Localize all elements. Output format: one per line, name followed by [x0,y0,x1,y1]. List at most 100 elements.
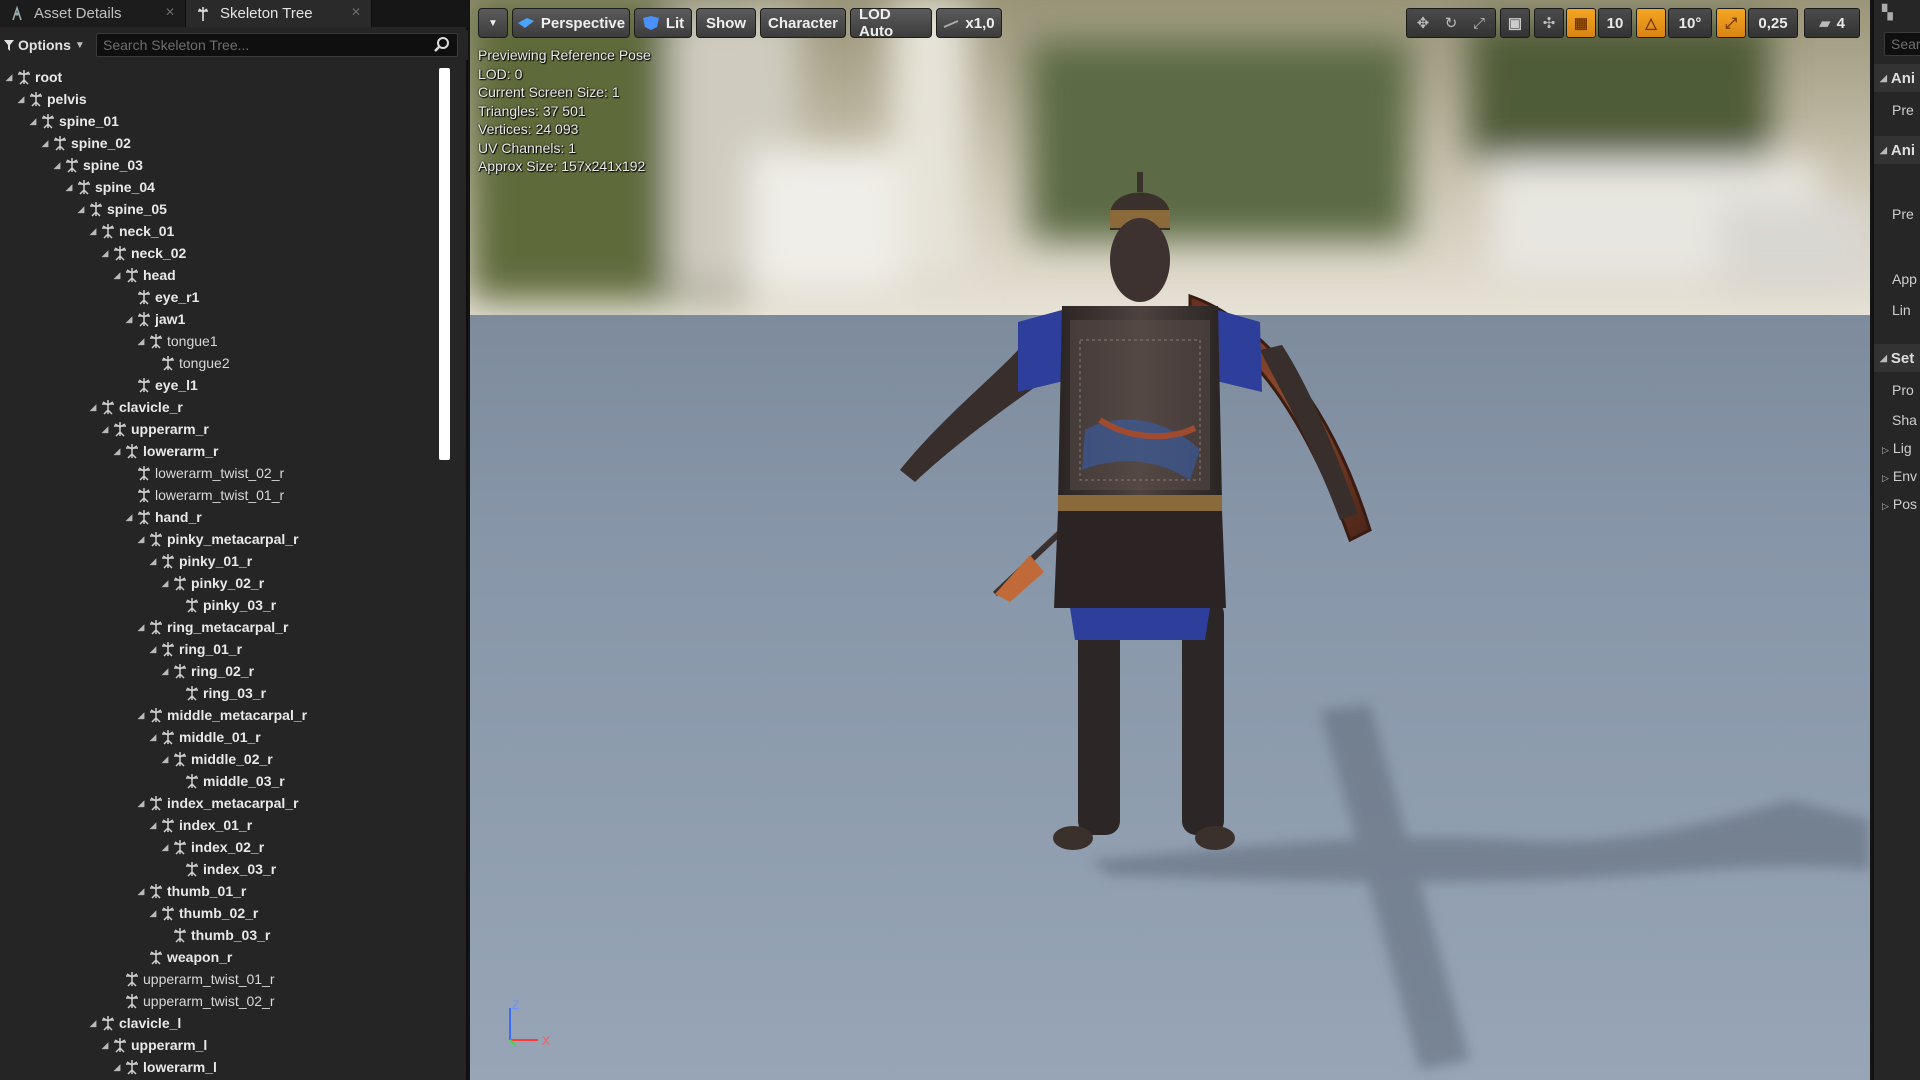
rotate-icon[interactable]: ↻ [1437,14,1465,32]
expanded-arrow-icon[interactable]: ◢ [16,94,26,105]
tree-row[interactable]: ◢ head [0,264,440,286]
tree-row[interactable]: ◢ index_02_r [0,836,440,858]
expanded-arrow-icon[interactable]: ◢ [52,160,62,171]
perspective-button[interactable]: Perspective [512,8,630,38]
expanded-arrow-icon[interactable]: ◢ [28,116,38,127]
tree-row[interactable]: ◢ root [0,66,440,88]
expanded-arrow-icon[interactable]: ◢ [160,842,170,853]
expanded-arrow-icon[interactable]: ◢ [76,204,86,215]
expanded-arrow-icon[interactable]: ◢ [160,666,170,677]
subsection-header[interactable]: ▷ Lig [1882,440,1912,456]
world-local-toggle[interactable]: ▣ [1500,8,1530,38]
scale-icon[interactable]: ⤢ [1465,15,1493,32]
tree-row[interactable]: ◢ middle_02_r [0,748,440,770]
tree-row[interactable]: ◢ ring_metacarpal_r [0,616,440,638]
expanded-arrow-icon[interactable]: ◢ [100,424,110,435]
lod-button[interactable]: LOD Auto [850,6,932,40]
tree-row[interactable]: ◢ neck_02 [0,242,440,264]
subsection-header[interactable]: ▷ Env [1882,468,1917,484]
tree-row[interactable]: ◢ lowerarm_r [0,440,440,462]
show-button[interactable]: Show [696,8,756,38]
tree-row[interactable]: tongue2 [0,352,440,374]
tree-row[interactable]: ◢ middle_metacarpal_r [0,704,440,726]
tree-row[interactable]: ◢ thumb_01_r [0,880,440,902]
scale-snap-toggle[interactable]: ⤢ [1716,8,1746,38]
rotation-snap-toggle[interactable]: △ [1636,8,1666,38]
tree-row[interactable]: ◢ spine_01 [0,110,440,132]
section-header[interactable]: ◢ Ani [1874,64,1920,92]
details-search-input[interactable]: Sear [1884,32,1920,56]
expanded-arrow-icon[interactable]: ◢ [88,402,98,413]
tab-asset-details[interactable]: Asset Details ✕ [0,0,186,27]
expanded-arrow-icon[interactable]: ◢ [136,336,146,347]
expanded-arrow-icon[interactable]: ◢ [148,556,158,567]
expanded-arrow-icon[interactable]: ◢ [160,578,170,589]
expanded-arrow-icon[interactable]: ◢ [40,138,50,149]
tree-row[interactable]: ◢ pinky_01_r [0,550,440,572]
expanded-arrow-icon[interactable]: ◢ [136,798,146,809]
tree-row[interactable]: index_03_r [0,858,440,880]
expanded-arrow-icon[interactable]: ◢ [136,886,146,897]
viewport[interactable]: ▼ Perspective Lit Show Character LOD Aut… [470,0,1870,1080]
tree-row[interactable]: lowerarm_twist_02_r [0,462,440,484]
scale-snap-value[interactable]: 0,25 [1748,8,1798,38]
expanded-arrow-icon[interactable]: ◢ [124,314,134,325]
tree-row[interactable]: ◢ spine_02 [0,132,440,154]
tree-row[interactable]: ◢ tongue1 [0,330,440,352]
options-dropdown[interactable]: Options ▼ [4,33,92,57]
tree-row[interactable]: ◢ spine_05 [0,198,440,220]
section-header[interactable]: ◢ Set [1874,344,1920,372]
tree-row[interactable]: ◢ hand_r [0,506,440,528]
tree-row[interactable]: ◢ spine_04 [0,176,440,198]
expanded-arrow-icon[interactable]: ◢ [100,1040,110,1051]
tree-row[interactable]: ring_03_r [0,682,440,704]
details-tab-icon[interactable]: ▚ [1882,4,1912,24]
tree-row[interactable]: ◢ clavicle_r [0,396,440,418]
playback-speed-button[interactable]: x1,0 [936,8,1002,38]
expanded-arrow-icon[interactable]: ◢ [148,820,158,831]
tree-row[interactable]: middle_03_r [0,770,440,792]
expanded-arrow-icon[interactable]: ◢ [112,446,122,457]
viewport-options-button[interactable]: ▼ [478,8,508,38]
camera-speed-button[interactable]: ▰ 4 [1804,8,1860,38]
close-icon[interactable]: ✕ [351,5,361,19]
subsection-header[interactable]: ▷ Pos [1882,496,1917,512]
tab-skeleton-tree[interactable]: Skeleton Tree ✕ [186,0,372,27]
expanded-arrow-icon[interactable]: ◢ [136,622,146,633]
tree-row[interactable]: ◢ pinky_02_r [0,572,440,594]
expanded-arrow-icon[interactable]: ◢ [4,72,14,83]
tree-scrollbar[interactable] [438,68,452,1080]
search-icon[interactable] [433,36,451,54]
expanded-arrow-icon[interactable]: ◢ [148,732,158,743]
tree-row[interactable]: pinky_03_r [0,594,440,616]
tree-row[interactable]: ◢ ring_01_r [0,638,440,660]
tree-row[interactable]: ◢ neck_01 [0,220,440,242]
expanded-arrow-icon[interactable]: ◢ [136,710,146,721]
expanded-arrow-icon[interactable]: ◢ [88,226,98,237]
tree-row[interactable]: ◢ lowerarm_l [0,1056,440,1078]
expanded-arrow-icon[interactable]: ◢ [160,754,170,765]
tree-row[interactable]: eye_l1 [0,374,440,396]
expanded-arrow-icon[interactable]: ◢ [112,270,122,281]
expanded-arrow-icon[interactable]: ◢ [88,1018,98,1029]
expanded-arrow-icon[interactable]: ◢ [136,534,146,545]
character-button[interactable]: Character [760,8,846,38]
close-icon[interactable]: ✕ [165,5,175,19]
tree-row[interactable]: ◢ pinky_metacarpal_r [0,528,440,550]
section-header[interactable]: ◢ Ani [1874,136,1920,164]
tree-row[interactable]: ◢ upperarm_r [0,418,440,440]
expanded-arrow-icon[interactable]: ◢ [112,1062,122,1073]
scrollbar-thumb[interactable] [439,68,450,460]
translate-icon[interactable]: ✥ [1409,14,1437,32]
tree-row[interactable]: ◢ thumb_02_r [0,902,440,924]
tree-row[interactable]: weapon_r [0,946,440,968]
tree-row[interactable]: eye_r1 [0,286,440,308]
rotation-snap-value[interactable]: 10° [1668,8,1712,38]
tree-row[interactable]: upperarm_twist_02_r [0,990,440,1012]
expanded-arrow-icon[interactable]: ◢ [124,512,134,523]
search-input[interactable] [103,37,433,53]
tree-row[interactable]: thumb_03_r [0,924,440,946]
tree-row[interactable]: ◢ jaw1 [0,308,440,330]
tree-row[interactable]: lowerarm_twist_01_r [0,484,440,506]
tree-row[interactable]: ◢ upperarm_l [0,1034,440,1056]
